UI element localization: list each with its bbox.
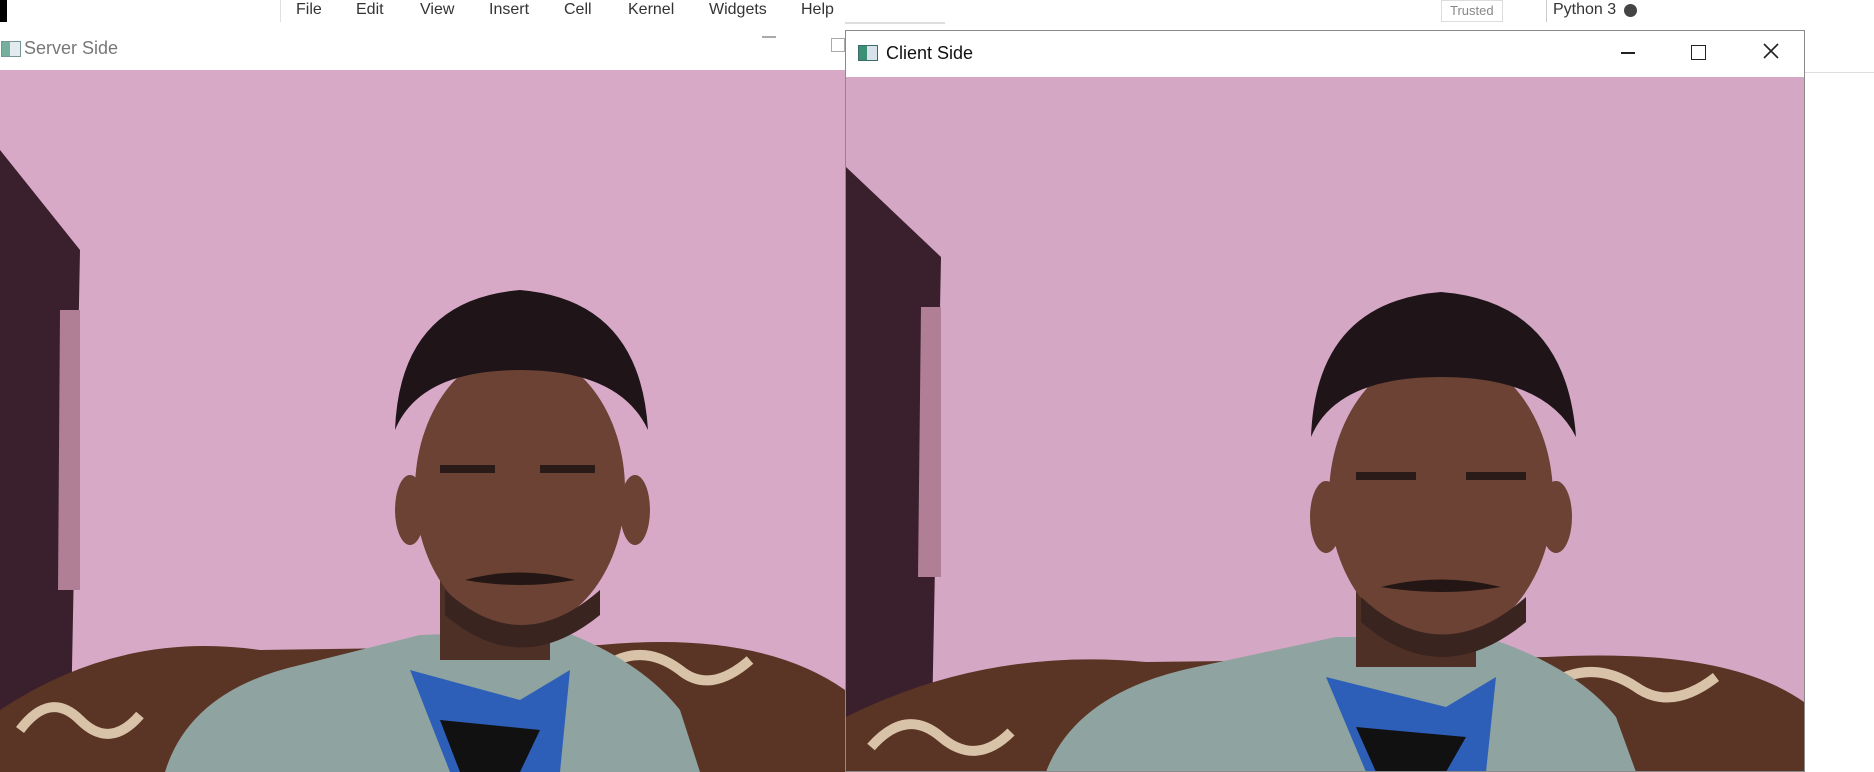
kernel-status-icon bbox=[1624, 4, 1637, 17]
kernel-name: Python 3 bbox=[1546, 0, 1616, 22]
notebook-right-panel bbox=[1804, 22, 1874, 73]
client-side-window: Client Side bbox=[845, 30, 1805, 772]
menu-view[interactable]: View bbox=[420, 1, 454, 19]
client-titlebar[interactable]: Client Side bbox=[846, 31, 1804, 77]
notebook-menubar: File Edit View Insert Cell Kernel Widget… bbox=[0, 0, 1874, 22]
client-webcam-frame bbox=[846, 77, 1804, 771]
notebook-edge bbox=[845, 22, 945, 24]
server-window-title: Server Side bbox=[24, 38, 119, 58]
minimize-icon[interactable] bbox=[762, 36, 776, 38]
client-window-title: Client Side bbox=[886, 43, 974, 63]
maximize-icon[interactable] bbox=[1691, 45, 1706, 60]
client-video-feed bbox=[846, 77, 1804, 771]
menu-widgets[interactable]: Widgets bbox=[709, 1, 767, 19]
menu-insert[interactable]: Insert bbox=[489, 1, 529, 19]
menu-file[interactable]: File bbox=[296, 1, 322, 19]
app-window-icon bbox=[1, 41, 21, 57]
menu-cell[interactable]: Cell bbox=[564, 1, 592, 19]
close-icon[interactable] bbox=[1761, 41, 1781, 61]
maximize-icon[interactable] bbox=[831, 38, 845, 52]
trusted-badge[interactable]: Trusted bbox=[1441, 0, 1503, 22]
left-edge-bar bbox=[0, 0, 7, 22]
server-webcam-frame bbox=[0, 70, 845, 772]
app-window-icon bbox=[858, 45, 878, 61]
server-video-feed bbox=[0, 70, 845, 772]
menu-edit[interactable]: Edit bbox=[356, 1, 384, 19]
server-titlebar[interactable]: Server Side bbox=[0, 30, 845, 70]
menu-help[interactable]: Help bbox=[801, 1, 834, 19]
menu-kernel[interactable]: Kernel bbox=[628, 1, 674, 19]
minimize-icon[interactable] bbox=[1621, 52, 1635, 54]
server-side-window: Server Side bbox=[0, 30, 845, 772]
